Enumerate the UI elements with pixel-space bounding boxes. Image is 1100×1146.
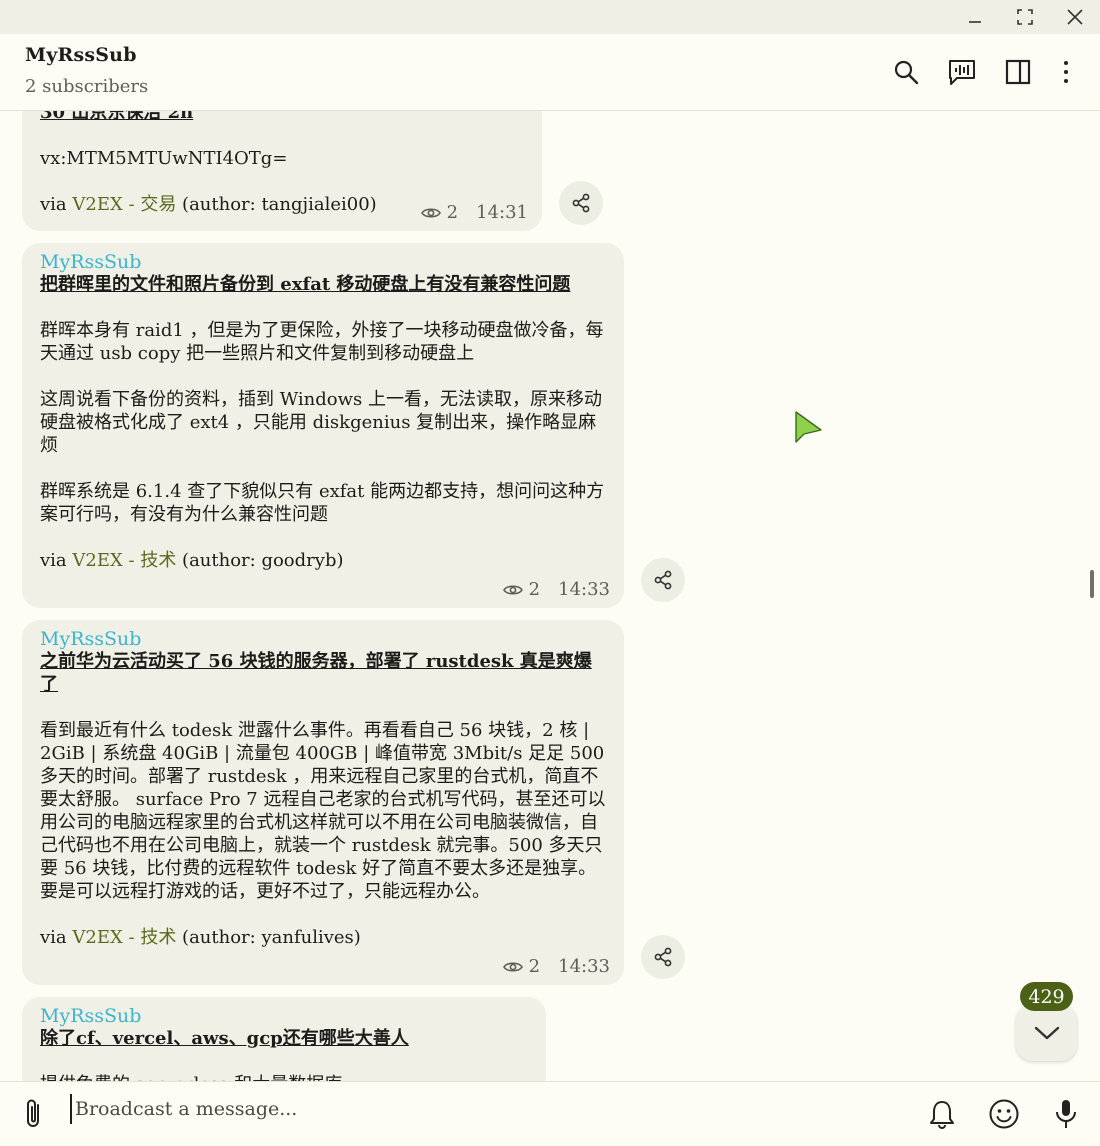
- post-body: 群晖本身有 raid1 ，但是为了更保险，外接了一块移动硬盘做冷备，每天通过 u…: [40, 320, 605, 525]
- share-button[interactable]: [559, 181, 603, 225]
- post-title[interactable]: 把群晖里的文件和照片备份到 exfat 移动硬盘上有没有兼容性问题: [40, 273, 606, 296]
- emoji-smile-icon: [989, 1099, 1019, 1129]
- post-title[interactable]: 之前华为云活动买了 56 块钱的服务器，部署了 rustdesk 真是爽爆了: [40, 650, 606, 696]
- sidebar-panel-icon: [1005, 59, 1031, 85]
- share-button[interactable]: [641, 558, 685, 602]
- mute-notifications-button[interactable]: [924, 1096, 960, 1132]
- voice-record-button[interactable]: [1048, 1096, 1084, 1132]
- more-options-button[interactable]: [1048, 54, 1084, 90]
- paperclip-icon: [27, 1099, 39, 1127]
- message-bubble[interactable]: 30 出京东保洁 2h vx:MTM5MTUwNTI4OTg= via V2EX…: [22, 111, 542, 231]
- via-prefix: via: [40, 550, 73, 571]
- bell-icon: [930, 1101, 954, 1129]
- scrollbar-thumb[interactable]: [1090, 570, 1094, 598]
- message-composer: [0, 1081, 1100, 1146]
- share-icon: [654, 947, 672, 967]
- post-via: via V2EX - 技术 (author: yanfulives): [40, 926, 606, 949]
- message-bubble[interactable]: MyRssSub 除了cf、vercel、aws、gcp还有哪些大善人 提供免费…: [22, 997, 546, 1081]
- message-meta: 2 14:33: [502, 579, 610, 600]
- message-time: 14:31: [476, 202, 528, 223]
- microphone-icon: [1056, 1100, 1076, 1128]
- sender-name[interactable]: MyRssSub: [40, 1005, 528, 1027]
- post-body: 看到最近有什么 todesk 泄露什么事件。再看看自己 56 块钱，2 核 | …: [40, 720, 610, 902]
- share-icon: [654, 570, 672, 590]
- via-source-link[interactable]: V2EX - 技术: [72, 927, 176, 948]
- post-title[interactable]: 30 出京东保洁 2h: [40, 111, 524, 124]
- close-button[interactable]: [1052, 0, 1098, 34]
- sender-name[interactable]: MyRssSub: [40, 251, 606, 273]
- sidebar-toggle-button[interactable]: [1000, 54, 1036, 90]
- more-vertical-icon: [1064, 61, 1068, 83]
- close-icon: [1067, 9, 1083, 25]
- view-count: 2: [528, 579, 541, 600]
- chevron-down-icon: [1034, 1026, 1059, 1040]
- post-body: 提供免费的 serverless 和大量数据库: [40, 1073, 528, 1081]
- chat-header: MyRssSub 2 subscribers: [0, 34, 1100, 111]
- minimize-icon: [969, 21, 981, 23]
- message-bubble[interactable]: MyRssSub 之前华为云活动买了 56 块钱的服务器，部署了 rustdes…: [22, 620, 624, 985]
- mouse-cursor-icon: [795, 411, 822, 443]
- maximize-icon: [1017, 9, 1033, 25]
- voice-chat-icon: [949, 60, 975, 85]
- post-via: via V2EX - 技术 (author: goodryb): [40, 549, 606, 572]
- chat-title[interactable]: MyRssSub: [25, 44, 137, 66]
- message-meta: 2 14:31: [420, 202, 528, 223]
- share-icon: [572, 193, 590, 213]
- via-author: (author: tangjialei00): [176, 194, 377, 215]
- emoji-button[interactable]: [986, 1096, 1022, 1132]
- post-body: vx:MTM5MTUwNTI4OTg=: [40, 148, 288, 169]
- view-count: 2: [528, 956, 541, 977]
- views-eye-icon: [502, 961, 523, 972]
- post-title[interactable]: 除了cf、vercel、aws、gcp还有哪些大善人: [40, 1027, 528, 1050]
- minimize-button[interactable]: [952, 0, 998, 34]
- unread-count-badge: 429: [1020, 982, 1073, 1011]
- scroll-to-bottom-button[interactable]: [1016, 1005, 1077, 1061]
- share-button[interactable]: [641, 935, 685, 979]
- search-button[interactable]: [888, 54, 924, 90]
- via-prefix: via: [40, 927, 73, 948]
- message-list[interactable]: 30 出京东保洁 2h vx:MTM5MTUwNTI4OTg= via V2EX…: [0, 111, 1100, 1081]
- via-source-link[interactable]: V2EX - 交易: [72, 194, 176, 215]
- sender-name[interactable]: MyRssSub: [40, 628, 606, 650]
- view-count: 2: [446, 202, 459, 223]
- via-author: (author: yanfulives): [176, 927, 361, 948]
- voice-chat-button[interactable]: [944, 54, 980, 90]
- message-input[interactable]: [70, 1094, 890, 1124]
- via-author: (author: goodryb): [176, 550, 344, 571]
- maximize-button[interactable]: [1002, 0, 1048, 34]
- via-source-link[interactable]: V2EX - 技术: [72, 550, 176, 571]
- via-prefix: via: [40, 194, 73, 215]
- message-bubble[interactable]: MyRssSub 把群晖里的文件和照片备份到 exfat 移动硬盘上有没有兼容性…: [22, 243, 624, 608]
- search-icon: [894, 60, 919, 85]
- views-eye-icon: [502, 584, 523, 595]
- window-titlebar: [0, 0, 1100, 34]
- message-time: 14:33: [558, 956, 610, 977]
- message-time: 14:33: [558, 579, 610, 600]
- subscriber-count: 2 subscribers: [25, 76, 149, 97]
- attach-button[interactable]: [16, 1096, 52, 1132]
- message-meta: 2 14:33: [502, 956, 610, 977]
- views-eye-icon: [420, 207, 441, 218]
